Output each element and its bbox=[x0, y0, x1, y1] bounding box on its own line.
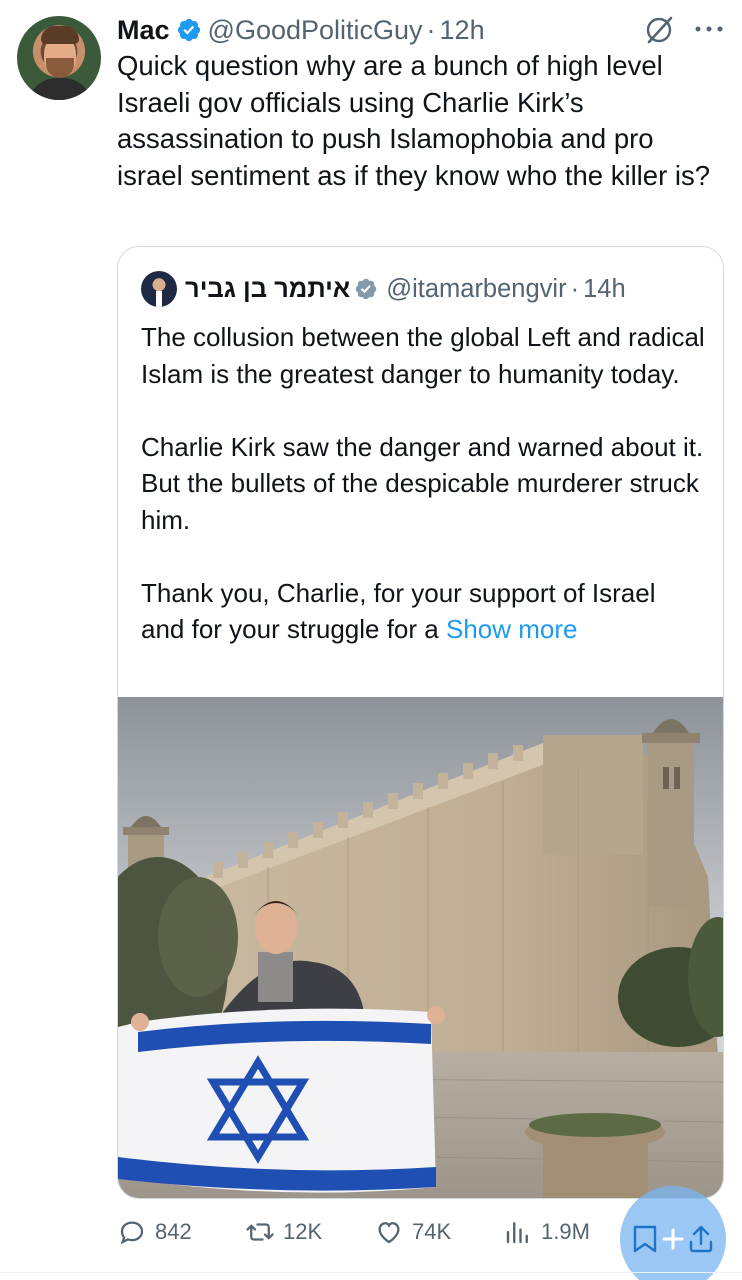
reply-icon bbox=[120, 1221, 144, 1245]
quoted-paragraph: Charlie Kirk saw the danger and warned a… bbox=[141, 431, 704, 535]
verified-badge-icon bbox=[177, 18, 200, 42]
author-handle[interactable]: @GoodPoliticGuy bbox=[208, 15, 423, 46]
grok-icon[interactable] bbox=[644, 15, 674, 45]
quoted-author-avatar[interactable] bbox=[141, 271, 177, 307]
retweet-icon bbox=[246, 1223, 274, 1241]
quoted-tweet-photo[interactable] bbox=[118, 697, 724, 1199]
tweet-header: Mac @GoodPoliticGuy · 12h bbox=[117, 12, 485, 48]
views-count: 1.9M bbox=[541, 1219, 590, 1244]
tweet: Mac @GoodPoliticGuy · 12h Quick question… bbox=[0, 0, 742, 1280]
compose-button[interactable] bbox=[620, 1186, 726, 1280]
tweet-time[interactable]: 12h bbox=[440, 15, 485, 46]
quoted-tweet-header: איתמר בן גביר @itamarbengvir · 14h bbox=[185, 271, 626, 307]
heart-icon bbox=[378, 1222, 400, 1244]
tweet-text: Quick question why are a bunch of high l… bbox=[117, 50, 711, 191]
more-icon[interactable] bbox=[694, 22, 724, 36]
views-button[interactable]: 1.9M bbox=[503, 1212, 590, 1252]
views-icon bbox=[506, 1222, 528, 1244]
quoted-paragraph-text: Thank you, Charlie, for your support of … bbox=[141, 577, 656, 645]
separator-dot: · bbox=[570, 274, 580, 303]
quoted-tweet-time[interactable]: 14h bbox=[583, 275, 626, 304]
quoted-tweet-text: The collusion between the global Left an… bbox=[141, 319, 706, 648]
divider bbox=[0, 1272, 742, 1273]
quoted-paragraph: Thank you, Charlie, for your support of … bbox=[141, 575, 706, 648]
verified-badge-icon bbox=[355, 278, 377, 300]
author-avatar[interactable] bbox=[17, 16, 101, 100]
quoted-author-name[interactable]: איתמר בן גביר bbox=[185, 275, 350, 304]
reply-button[interactable]: 842 bbox=[117, 1212, 192, 1252]
quoted-author-handle[interactable]: @itamarbengvir bbox=[386, 275, 566, 304]
retweet-count: 12K bbox=[283, 1219, 323, 1244]
quoted-paragraph: The collusion between the global Left an… bbox=[141, 322, 705, 389]
show-more-link[interactable]: Show more bbox=[446, 614, 578, 644]
author-name[interactable]: Mac bbox=[117, 15, 170, 46]
like-count: 74K bbox=[412, 1219, 452, 1244]
quoted-tweet[interactable]: איתמר בן גביר @itamarbengvir · 14h The c… bbox=[117, 246, 724, 1199]
reply-count: 842 bbox=[155, 1219, 192, 1244]
share-icon[interactable] bbox=[688, 1224, 714, 1254]
separator-dot: · bbox=[426, 14, 436, 45]
plus-icon bbox=[662, 1228, 684, 1250]
retweet-button[interactable]: 12K bbox=[245, 1212, 322, 1252]
bookmark-icon[interactable] bbox=[632, 1224, 658, 1254]
like-button[interactable]: 74K bbox=[374, 1212, 451, 1252]
